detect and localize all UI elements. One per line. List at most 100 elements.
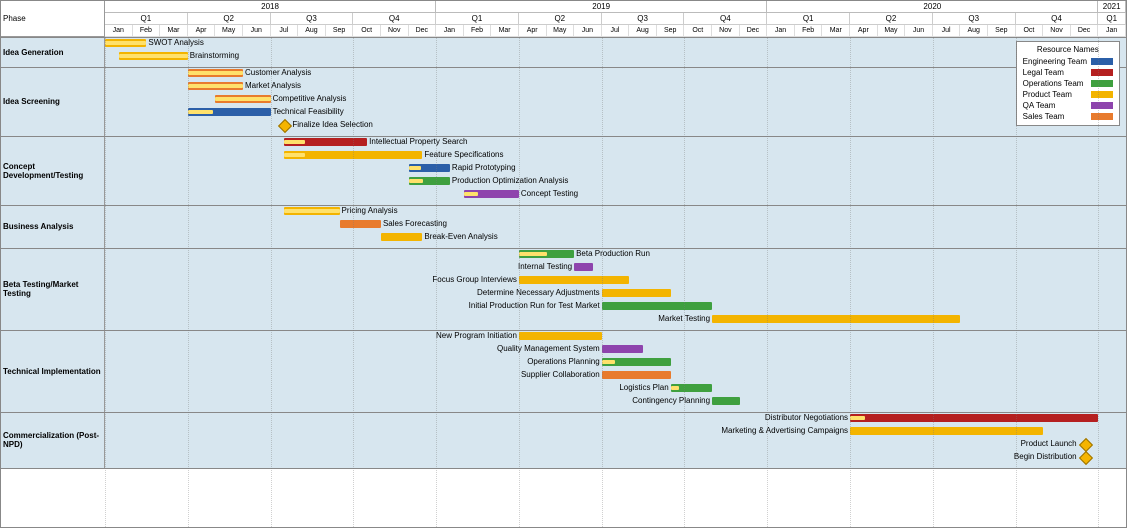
task-bar: Determine Necessary Adjustments [602, 289, 671, 299]
task-bar: Pricing Analysis [284, 207, 339, 217]
task-bar: Competitive Analysis [215, 95, 270, 105]
task-bar: Break-Even Analysis [381, 233, 422, 243]
quarter-header: Q2 [850, 13, 933, 25]
quarter-header: Q3 [271, 13, 354, 25]
month-header: Nov [1043, 25, 1071, 37]
month-header: Jun [574, 25, 602, 37]
quarter-header: Q1 [105, 13, 188, 25]
task-bar: Technical Feasibility [188, 108, 271, 118]
quarter-header: Q1 [1098, 13, 1126, 25]
task-bar: Supplier Collaboration [602, 371, 671, 381]
month-header: Sep [657, 25, 685, 37]
month-header: Mar [160, 25, 188, 37]
quarter-header: Q1 [767, 13, 850, 25]
month-header: Dec [1071, 25, 1099, 37]
task-label: Beta Production Run [574, 249, 650, 258]
task-label: Feature Specifications [422, 150, 503, 159]
month-header: Aug [629, 25, 657, 37]
month-header: Nov [381, 25, 409, 37]
month-header: Jan [105, 25, 133, 37]
legend-row: Engineering Team [1023, 56, 1113, 67]
year-header: 2021 [1098, 1, 1126, 13]
month-header: Mar [822, 25, 850, 37]
legend-label: Operations Team [1023, 78, 1084, 89]
task-bar: Sales Forecasting [340, 220, 381, 230]
task-label: Customer Analysis [243, 68, 311, 77]
month-header: Sep [326, 25, 354, 37]
task-label: SWOT Analysis [146, 38, 203, 47]
legend-swatch [1091, 58, 1113, 65]
legend-label: Sales Team [1023, 111, 1065, 122]
quarter-header: Q3 [933, 13, 1016, 25]
task-label: Technical Feasibility [271, 107, 344, 116]
task-label: Supplier Collaboration [521, 370, 602, 379]
task-label: Finalize Idea Selection [292, 120, 373, 129]
quarter-header: Q4 [1016, 13, 1099, 25]
month-header: Jun [243, 25, 271, 37]
phase-name-cell: Idea Screening [1, 67, 105, 136]
task-bar: SWOT Analysis [105, 39, 146, 49]
task-bar: Production Optimization Analysis [409, 177, 450, 187]
legend-row: Product Team [1023, 89, 1113, 100]
month-header: Jul [602, 25, 630, 37]
task-bar: Beta Production Run [519, 250, 574, 260]
task-label: Rapid Prototyping [450, 163, 516, 172]
task-label: Operations Planning [527, 357, 602, 366]
task-bar: Customer Analysis [188, 69, 243, 79]
legend-swatch [1091, 91, 1113, 98]
task-bar: Distributor Negotiations [850, 414, 1098, 424]
timeline-header: Phase 2018201920202021 Q1Q2Q3Q4Q1Q2Q3Q4Q… [1, 1, 1126, 37]
task-bar: Operations Planning [602, 358, 671, 368]
task-label: Determine Necessary Adjustments [477, 288, 602, 297]
phase-name-cell: Beta Testing/Market Testing [1, 248, 105, 330]
task-bar: Market Testing [712, 315, 960, 325]
legend-label: Engineering Team [1023, 56, 1087, 67]
task-label: Begin Distribution [1014, 452, 1077, 461]
year-header: 2020 [767, 1, 1098, 13]
task-bar: New Program Initiation [519, 332, 602, 342]
phase-band [105, 37, 1126, 67]
month-header: Mar [491, 25, 519, 37]
month-header: May [215, 25, 243, 37]
month-header: Feb [795, 25, 823, 37]
phase-header-cell: Phase [1, 1, 105, 37]
legend-label: QA Team [1023, 100, 1056, 111]
month-header: May [547, 25, 575, 37]
quarter-header: Q4 [684, 13, 767, 25]
task-label: Quality Management System [497, 344, 602, 353]
task-label: Concept Testing [519, 189, 578, 198]
task-bar: Concept Testing [464, 190, 519, 200]
task-bar: Focus Group Interviews [519, 276, 629, 286]
quarter-header: Q2 [519, 13, 602, 25]
task-label: Internal Testing [518, 262, 574, 271]
task-bar: Logistics Plan [671, 384, 712, 394]
task-bar: Quality Management System [602, 345, 643, 355]
task-label: Initial Production Run for Test Market [469, 301, 602, 310]
quarter-header: Q2 [188, 13, 271, 25]
task-label: Contingency Planning [632, 396, 712, 405]
month-header: Aug [298, 25, 326, 37]
quarter-header: Q1 [436, 13, 519, 25]
month-header: Jul [933, 25, 961, 37]
month-header: Jun [905, 25, 933, 37]
legend-row: QA Team [1023, 100, 1113, 111]
month-header: Apr [519, 25, 547, 37]
task-label: Brainstorming [188, 51, 239, 60]
phase-name-cell: Technical Implementation [1, 330, 105, 412]
quarter-header: Q3 [602, 13, 685, 25]
legend-label: Legal Team [1023, 67, 1064, 78]
task-label: Marketing & Advertising Campaigns [721, 426, 850, 435]
month-header: Jan [436, 25, 464, 37]
task-label: Focus Group Interviews [432, 275, 518, 284]
month-header: Feb [464, 25, 492, 37]
task-bar: Contingency Planning [712, 397, 740, 407]
legend-swatch [1091, 113, 1113, 120]
task-label: Distributor Negotiations [765, 413, 850, 422]
task-bar: Brainstorming [119, 52, 188, 62]
phase-band [105, 205, 1126, 248]
legend-label: Product Team [1023, 89, 1072, 100]
phase-name-cell: Business Analysis [1, 205, 105, 248]
task-bar: Market Analysis [188, 82, 243, 92]
legend-swatch [1091, 69, 1113, 76]
month-header: Oct [353, 25, 381, 37]
